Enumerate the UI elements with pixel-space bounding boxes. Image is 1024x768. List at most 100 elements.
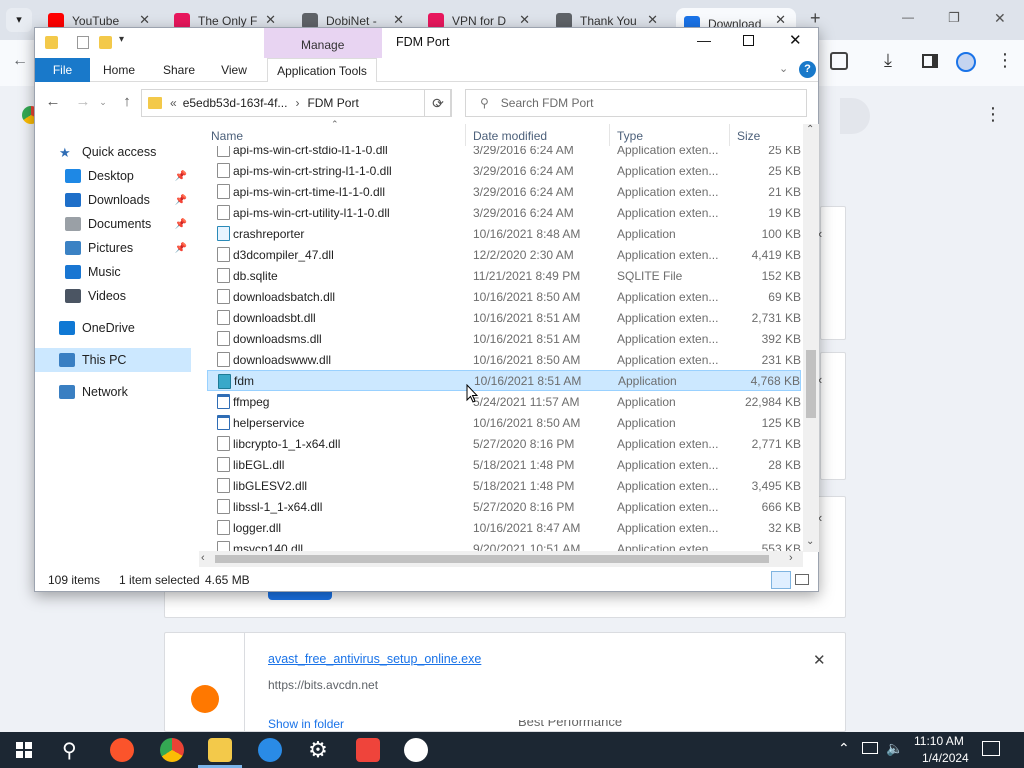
nav-item-quick-access[interactable]: ★ Quick access (35, 140, 191, 164)
file-row[interactable]: crashreporter 10/16/2021 8:48 AM Applicati… (207, 223, 801, 244)
close-tab-icon[interactable]: ✕ (647, 12, 658, 28)
file-row[interactable]: downloadsbatch.dll 10/16/2021 8:50 AM Appl… (207, 286, 801, 307)
show-in-folder-link[interactable]: Show in folder (268, 717, 344, 729)
chrome-menu-icon[interactable]: ⋮ (996, 50, 1014, 71)
extensions-icon[interactable] (830, 52, 848, 70)
tab-share[interactable]: Share (157, 58, 201, 82)
nav-item-this-pc[interactable]: This PC (35, 348, 191, 372)
network-status-icon[interactable] (862, 742, 878, 754)
remove-download-icon[interactable]: ✕ (813, 651, 826, 669)
side-panel-icon[interactable] (922, 54, 938, 68)
tab-file[interactable]: File (35, 58, 90, 82)
scroll-down-icon[interactable]: ⌄ (806, 536, 814, 547)
back-arrow-icon[interactable]: ← (12, 52, 28, 70)
file-row[interactable]: api-ms-win-crt-time-l1-1-0.dll 3/29/2016 … (207, 181, 801, 202)
vertical-scrollbar[interactable]: ⌃ ⌄ (803, 124, 819, 552)
notification-icon[interactable] (982, 741, 1000, 756)
horizontal-scrollbar[interactable]: ‹ › (199, 551, 803, 567)
window-maximize-button[interactable]: ❐ (948, 10, 960, 26)
file-row[interactable]: api-ms-win-crt-string-l1-1-0.dll 3/29/201… (207, 160, 801, 181)
help-icon[interactable]: ? (799, 61, 816, 78)
file-row[interactable]: d3dcompiler_47.dll 12/2/2020 2:30 AM Appli… (207, 244, 801, 265)
tab-home[interactable]: Home (97, 58, 141, 82)
nav-item-pictures[interactable]: Pictures 📌 (35, 236, 191, 260)
explorer-minimize-button[interactable]: — (697, 32, 711, 48)
address-overflow-icon[interactable]: « (170, 96, 177, 110)
close-tab-icon[interactable]: ✕ (775, 12, 786, 28)
anydesk-icon[interactable] (356, 738, 380, 762)
file-row[interactable]: libcrypto-1_1-x64.dll 5/27/2020 8:16 PM Ap… (207, 433, 801, 454)
column-size[interactable]: Size (737, 129, 760, 143)
search-box[interactable]: ⚲ Search FDM Port (465, 89, 807, 117)
nav-item-documents[interactable]: Documents 📌 (35, 212, 191, 236)
proton-icon[interactable] (404, 738, 428, 762)
explorer-close-button[interactable]: ✕ (789, 31, 802, 49)
file-row[interactable]: fdm 10/16/2021 8:51 AM Application 4,768 KB (207, 370, 801, 391)
scroll-up-icon[interactable]: ⌃ (806, 124, 814, 135)
search-icon[interactable]: ⚲ (62, 738, 77, 763)
address-segment-current[interactable]: FDM Port (307, 96, 358, 110)
scroll-left-icon[interactable]: ‹ (201, 552, 205, 564)
file-row[interactable]: libGLESV2.dll 5/18/2021 1:48 PM Applicatio… (207, 475, 801, 496)
nav-item-onedrive[interactable]: OneDrive (35, 316, 191, 340)
nav-item-videos[interactable]: Videos (35, 284, 191, 308)
brave-icon[interactable] (110, 738, 134, 762)
tab-application-tools[interactable]: Application Tools (267, 58, 377, 82)
close-tab-icon[interactable]: ✕ (393, 12, 404, 28)
recent-locations-icon[interactable]: ⌄ (91, 90, 115, 114)
volume-muted-icon[interactable]: 🔈 (886, 740, 903, 757)
file-row[interactable]: libssl-1_1-x64.dll 5/27/2020 8:16 PM Appli… (207, 496, 801, 517)
clock-time[interactable]: 11:10 AM (914, 734, 964, 748)
file-row[interactable]: api-ms-win-crt-stdio-l1-1-0.dll 3/29/2016… (207, 146, 801, 160)
file-row[interactable]: downloadsms.dll 10/16/2021 8:51 AM Applica… (207, 328, 801, 349)
address-bar[interactable]: « e5edb53d-163f-4f... › FDM Port ⌄ (141, 89, 451, 117)
settings-gear-icon[interactable]: ⚙ (306, 738, 330, 762)
window-minimize-button[interactable]: — (902, 10, 914, 24)
back-arrow-icon[interactable]: ← (41, 90, 65, 114)
file-row[interactable]: downloadswww.dll 10/16/2021 8:50 AM Applic… (207, 349, 801, 370)
profile-avatar[interactable] (956, 52, 976, 72)
column-type[interactable]: Type (617, 129, 643, 143)
chevron-right-icon[interactable]: › (295, 96, 299, 110)
file-row[interactable]: api-ms-win-crt-utility-l1-1-0.dll 3/29/20… (207, 202, 801, 223)
file-row[interactable]: logger.dll 10/16/2021 8:47 AM Application … (207, 517, 801, 538)
properties-icon[interactable] (77, 36, 89, 49)
show-hidden-icons[interactable]: ⌃ (838, 740, 850, 757)
download-filename-link[interactable]: avast_free_antivirus_setup_online.exe (268, 652, 481, 666)
windows-start-icon[interactable] (16, 742, 32, 758)
large-icons-view-icon[interactable] (795, 574, 809, 585)
tab-view[interactable]: View (213, 58, 255, 82)
nav-item-desktop[interactable]: Desktop 📌 (35, 164, 191, 188)
clock-date[interactable]: 1/4/2024 (922, 751, 969, 765)
refresh-button[interactable]: ⟳ (424, 89, 452, 117)
explorer-maximize-button[interactable] (743, 35, 754, 46)
window-close-button[interactable]: ✕ (994, 10, 1006, 27)
file-row[interactable]: downloadsbt.dll 10/16/2021 8:51 AM Applica… (207, 307, 801, 328)
details-view-icon[interactable] (771, 571, 791, 589)
close-tab-icon[interactable]: ✕ (265, 12, 276, 28)
manage-label[interactable]: Manage (301, 38, 344, 52)
file-row[interactable]: helperservice 10/16/2021 8:50 AM Applicati… (207, 412, 801, 433)
nav-item-network[interactable]: Network (35, 380, 191, 404)
up-arrow-icon[interactable]: ↑ (115, 90, 139, 114)
close-tab-icon[interactable]: ✕ (139, 12, 150, 28)
column-date-modified[interactable]: Date modified (473, 129, 547, 143)
address-segment-parent[interactable]: e5edb53d-163f-4f... (183, 96, 288, 110)
new-folder-icon[interactable] (99, 36, 112, 49)
nav-item-downloads[interactable]: Downloads 📌 (35, 188, 191, 212)
file-row[interactable]: db.sqlite 11/21/2021 8:49 PM SQLITE File 15… (207, 265, 801, 286)
scroll-right-icon[interactable]: › (789, 552, 793, 564)
hscroll-thumb[interactable] (215, 555, 769, 563)
download-icon[interactable]: ⤓ (884, 50, 892, 71)
close-tab-icon[interactable]: ✕ (519, 12, 530, 28)
tab-search-button[interactable]: ▾ (6, 8, 32, 32)
column-name[interactable]: Name (211, 129, 243, 143)
file-explorer-taskbar-icon[interactable] (208, 738, 232, 762)
file-row[interactable]: msvcp140.dll 9/20/2021 10:51 AM Applicatio… (207, 538, 801, 551)
quick-access-dropdown-icon[interactable]: ▾ (119, 34, 124, 45)
new-tab-button[interactable]: + (810, 8, 821, 29)
chrome-icon[interactable] (160, 738, 184, 762)
scroll-thumb[interactable] (806, 350, 816, 418)
nav-item-music[interactable]: Music (35, 260, 191, 284)
ribbon-expand-icon[interactable]: ⌄ (779, 62, 788, 75)
